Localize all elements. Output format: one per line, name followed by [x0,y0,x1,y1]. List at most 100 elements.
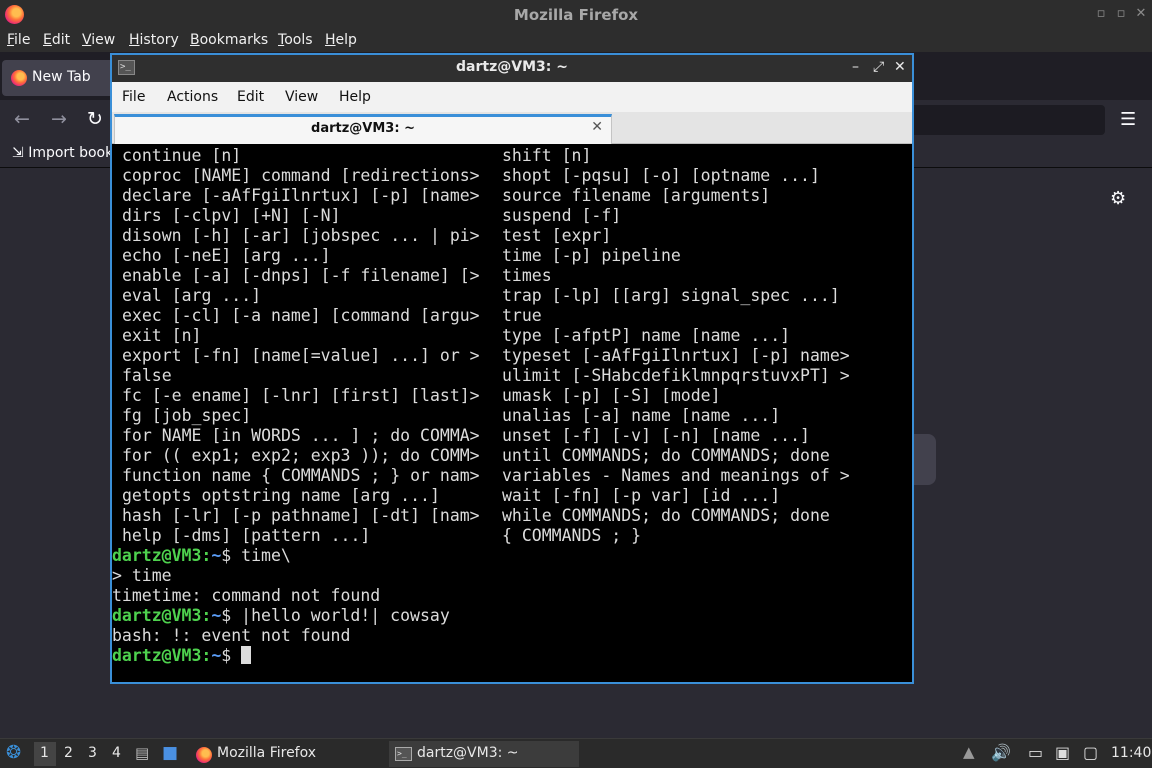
help-line-left: getopts optstring name [arg ...] [122,486,440,505]
terminal-menu-edit[interactable]: Edit [237,89,264,105]
updates-icon[interactable]: ▲ [963,743,975,761]
help-line-right: until COMMANDS; do COMMANDS; done [502,446,830,465]
terminal-window: >_ dartz@VM3: ~ – ⤢ ✕ File Actions Edit … [110,53,914,684]
help-line-right: { COMMANDS ; } [502,526,642,545]
terminal-icon: >_ [395,747,412,761]
help-line-right: unset [-f] [-v] [-n] [name ...] [502,426,810,445]
reload-icon[interactable]: ↻ [87,108,103,130]
start-menu-icon[interactable]: ❂ [6,742,21,763]
taskbar-firefox-label: Mozilla Firefox [217,745,317,761]
menu-tools[interactable]: Tools [278,32,313,48]
prompt-line: dartz@VM3:~$ time\ [112,546,291,566]
prompt-user: dartz@VM3 [112,546,202,565]
help-line-right: typeset [-aAfFgiIlnrtux] [-p] name> [502,346,850,365]
prompt-separator: : [201,546,212,565]
maximize-icon[interactable]: ▫ [1114,7,1128,21]
terminal-title: dartz@VM3: ~ [456,59,568,75]
terminal-menu-help[interactable]: Help [339,89,371,105]
output-line: timetime: command not found [112,586,380,606]
help-line-right: suspend [-f] [502,206,622,225]
help-line-left: fc [-e ename] [-lnr] [first] [last]> [122,386,480,405]
firefox-favicon-icon [11,70,27,86]
forward-icon[interactable]: → [51,108,67,130]
output-text: > time [112,566,172,585]
help-line-left: help [-dms] [pattern ...] [122,526,371,545]
help-line-left: exit [n] [122,326,202,345]
prompt-symbol: $ [221,546,242,565]
prompt-symbol: $ [221,606,242,625]
terminal-tab-label: dartz@VM3: ~ [311,121,415,136]
terminal-tabbar: dartz@VM3: ~ ✕ [112,112,912,144]
help-line-right: true [502,306,542,325]
help-line-right: unalias [-a] name [name ...] [502,406,781,425]
help-line-right: shopt [-pqsu] [-o] [optname ...] [502,166,820,185]
help-line-right: shift [n] [502,146,592,165]
minimize-icon[interactable]: – [852,59,859,75]
terminal-output[interactable]: continue [n] coproc [NAME] command [redir… [112,144,912,682]
terminal-menu-actions[interactable]: Actions [167,89,218,105]
terminal-menubar: File Actions Edit View Help [112,82,912,112]
help-line-right: trap [-lp] [[arg] signal_spec ...] [502,286,840,305]
menu-bookmarks[interactable]: Bookmarks [190,32,268,48]
network-icon[interactable]: ▣ [1055,743,1070,762]
text-cursor [241,646,252,664]
clock: 11:40 [1111,745,1152,761]
help-line-left: fg [job_spec] [122,406,252,425]
hamburger-menu-icon[interactable]: ☰ [1120,109,1136,130]
help-line-right: while COMMANDS; do COMMANDS; done [502,506,830,525]
workspace-4[interactable]: 4 [112,745,121,761]
maximize-icon[interactable]: ⤢ [873,59,884,75]
command-text: |hello world!| cowsay [241,606,450,625]
menu-edit[interactable]: Edit [43,32,70,48]
prompt-path: ~ [211,646,222,665]
help-line-right: umask [-p] [-S] [mode] [502,386,721,405]
help-line-left: hash [-lr] [-p pathname] [-dt] [nam> [122,506,480,525]
help-line-left: disown [-h] [-ar] [jobspec ... | pi> [122,226,480,245]
terminal-tab[interactable]: dartz@VM3: ~ ✕ [114,114,612,144]
help-line-left: eval [arg ...] [122,286,262,305]
menu-view[interactable]: View [82,32,115,48]
menu-history[interactable]: History [129,32,179,48]
terminal-menu-file[interactable]: File [122,89,145,105]
show-desktop-icon[interactable]: ■ [162,743,178,763]
taskbar-firefox[interactable]: Mozilla Firefox [191,741,379,767]
workspace-1[interactable]: 1 [40,745,49,761]
url-bar[interactable] [905,105,1105,135]
prompt-line: dartz@VM3:~$ [112,646,252,666]
file-manager-icon[interactable]: ▤ [135,744,149,762]
tab-new-tab[interactable]: New Tab [2,60,122,96]
minimize-icon[interactable]: ▫ [1094,7,1108,21]
taskbar-terminal-label: dartz@VM3: ~ [417,745,519,761]
window-title: Mozilla Firefox [513,6,639,24]
close-icon[interactable]: ✕ [894,59,906,75]
help-line-right: times [502,266,552,285]
firefox-menubar: File Edit View History Bookmarks Tools H… [0,30,1152,52]
output-line: > time [112,566,172,586]
taskbar-terminal[interactable]: >_ dartz@VM3: ~ [389,741,579,767]
prompt-user: dartz@VM3 [112,646,202,665]
help-line-left: continue [n] [122,146,242,165]
clipboard-icon[interactable]: ▭ [1028,743,1043,762]
close-icon[interactable]: ✕ [1134,7,1148,21]
terminal-menu-view[interactable]: View [285,89,318,105]
notifications-icon[interactable]: ▢ [1083,743,1098,762]
back-icon[interactable]: ← [14,108,30,130]
help-line-left: for NAME [in WORDS ... ] ; do COMMA> [122,426,480,445]
menu-help[interactable]: Help [325,32,357,48]
help-line-left: declare [-aAfFgiIlnrtux] [-p] [name> [122,186,480,205]
output-text: timetime: command not found [112,586,381,605]
help-line-right: test [expr] [502,226,612,245]
workspace-3[interactable]: 3 [88,745,97,761]
prompt-user: dartz@VM3 [112,606,202,625]
workspace-2[interactable]: 2 [64,745,73,761]
help-line-right: ulimit [-SHabcdefiklmnpqrstuvxPT] > [502,366,850,385]
import-bookmarks-button[interactable]: ⇲ Import book [12,145,113,161]
menu-file[interactable]: File [7,32,30,48]
tab-close-icon[interactable]: ✕ [591,119,603,135]
terminal-titlebar: >_ dartz@VM3: ~ – ⤢ ✕ [112,55,912,82]
tab-label: New Tab [32,69,91,85]
help-line-right: type [-afptP] name [name ...] [502,326,791,345]
output-line: bash: !: event not found [112,626,350,646]
gear-icon[interactable]: ⚙ [1110,188,1126,209]
volume-icon[interactable]: 🔊 [991,743,1011,762]
